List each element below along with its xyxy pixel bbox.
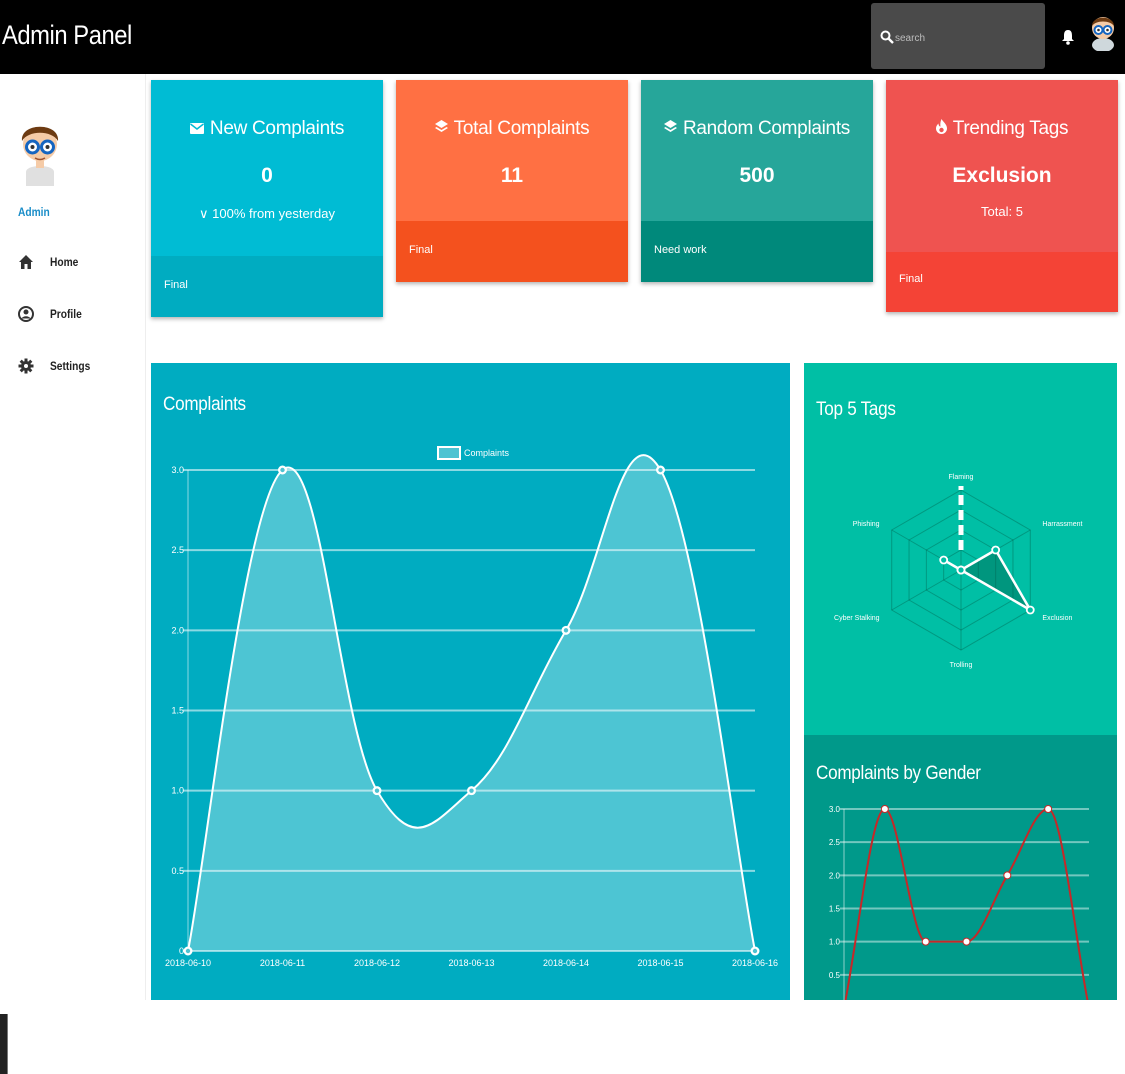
card-footer: Final: [151, 256, 383, 317]
card-new-complaints: New Complaints 0 ∨ 100% from yesterday F…: [151, 80, 383, 317]
data-point-center: [658, 467, 663, 473]
y-tick-label: 0: [179, 946, 184, 956]
search-icon: [880, 30, 894, 44]
complaints-area: [188, 455, 755, 951]
layers-icon: [434, 120, 448, 132]
radar-axis-label: Harrassment: [1042, 521, 1082, 528]
card-total-complaints: Total Complaints 11 Final: [396, 80, 628, 282]
complaints-chart-panel: Complaints 0 0.5 1.0 1.5 2.0 2.5 3.0 2018-06-10…: [151, 363, 790, 1000]
sidebar-item-label: Profile: [50, 307, 82, 321]
bell-icon[interactable]: [1061, 28, 1075, 46]
radar-axis-label: Trolling: [950, 662, 973, 669]
card-title: Trending Tags: [952, 118, 1069, 139]
data-point: [880, 805, 889, 813]
card-value: 0: [261, 164, 273, 187]
radar-point: [1025, 605, 1035, 615]
sidebar-item-label: Home: [50, 255, 79, 269]
top-tags-panel: Top 5 Tags Flaming Harrassment Exclusion Tr…: [804, 363, 1117, 735]
y-tick-label: 3.0: [829, 805, 841, 814]
user-circle-icon: [18, 306, 34, 322]
data-point: [921, 937, 930, 946]
profile-avatar: [21, 126, 59, 186]
gender-chart-panel: Complaints by Gender 0.5 1.0 1.5 2.0 2.5 3.0: [804, 735, 1117, 1000]
radar-axis-label: Exclusion: [1042, 615, 1072, 622]
x-tick-label: 2018-06-10: [165, 958, 211, 968]
radar-point: [956, 565, 966, 575]
y-tick-label: 0.5: [171, 866, 184, 876]
radar-axis-label: Phishing: [853, 521, 880, 528]
data-point-center: [374, 788, 380, 793]
legend-label: Complaints: [464, 448, 510, 458]
sidebar-toggle[interactable]: [0, 1014, 8, 1074]
y-tick-label: 1.5: [829, 905, 841, 914]
home-icon: [19, 255, 33, 269]
y-tick-label: 1.0: [829, 938, 841, 947]
x-tick-label: 2018-06-13: [448, 958, 494, 968]
card-value: Exclusion: [952, 164, 1052, 187]
card-footer: Need work: [641, 221, 873, 282]
data-point: [1044, 805, 1053, 813]
y-tick-label: 1.0: [171, 786, 184, 796]
y-tick-label: 2.0: [171, 625, 184, 635]
layers-icon: [663, 120, 677, 132]
x-tick-label: 2018-06-16: [732, 958, 778, 968]
card-subtext: Total: 5: [981, 204, 1023, 219]
top-bar: Admin Panel: [0, 0, 1125, 74]
legend-swatch: [437, 446, 461, 460]
data-point: [962, 937, 971, 946]
search-box[interactable]: [871, 3, 1045, 69]
card-title: Random Complaints: [682, 118, 851, 139]
card-footer: Final: [396, 221, 628, 282]
radar-point: [991, 545, 1001, 555]
card-value: 11: [500, 164, 524, 187]
x-tick-label: 2018-06-11: [260, 958, 305, 968]
complaints-chart: 0 0.5 1.0 1.5 2.0 2.5 3.0 2018-06-10 2018-06-11 2…: [165, 446, 778, 968]
x-tick-label: 2018-06-12: [354, 958, 400, 968]
data-point-center: [185, 948, 191, 954]
fire-icon: [935, 119, 947, 134]
data-point-center: [752, 948, 758, 954]
card-trending-tags: Trending Tags Exclusion Total: 5 Final: [886, 80, 1118, 312]
radar-series: [943, 548, 1034, 614]
data-point-center: [469, 788, 474, 793]
y-tick-label: 0.5: [829, 971, 841, 980]
sidebar-item-home[interactable]: Home: [18, 250, 138, 274]
gender-line-chart: 0.5 1.0 1.5 2.0 2.5 3.0: [829, 805, 1089, 1000]
search-input[interactable]: [895, 30, 1035, 46]
sidebar-item-profile[interactable]: Profile: [18, 302, 138, 326]
sidebar-item-settings[interactable]: Settings: [18, 354, 138, 378]
y-tick-label: 1.5: [171, 706, 184, 716]
y-tick-label: 2.0: [829, 871, 841, 880]
x-tick-label: 2018-06-15: [637, 958, 683, 968]
card-title: New Complaints: [209, 118, 345, 139]
y-tick-label: 2.5: [171, 545, 184, 555]
radar-axis-label: Flaming: [949, 474, 974, 481]
app-title: Admin Panel: [2, 20, 132, 50]
y-tick-label: 2.5: [829, 838, 841, 847]
card-title: Total Complaints: [453, 118, 590, 139]
radar-axis-label: Cyber Stalking: [834, 615, 880, 622]
card-random-complaints: Random Complaints 500 Need work: [641, 80, 873, 282]
data-point-center: [280, 467, 285, 473]
data-point-center: [563, 628, 569, 633]
radar-point: [939, 555, 949, 565]
sidebar: Admin Home Profile Settings: [0, 74, 146, 1074]
card-footer: Final: [886, 252, 1118, 312]
data-point: [1003, 871, 1012, 880]
top-tags-radar-chart: Flaming Harrassment Exclusion Trolling Cyber…: [834, 474, 1082, 669]
y-tick-label: 3.0: [171, 465, 184, 475]
user-avatar[interactable]: [1088, 11, 1118, 51]
x-tick-label: 2018-06-14: [543, 958, 589, 968]
envelope-icon: [189, 123, 204, 134]
gear-icon: [18, 358, 34, 374]
card-subtext: ∨ 100% from yesterday: [199, 206, 335, 221]
sidebar-user-name[interactable]: Admin: [18, 205, 50, 219]
gender-line: [844, 807, 1089, 1000]
card-value: 500: [739, 164, 775, 187]
sidebar-item-label: Settings: [50, 359, 91, 373]
